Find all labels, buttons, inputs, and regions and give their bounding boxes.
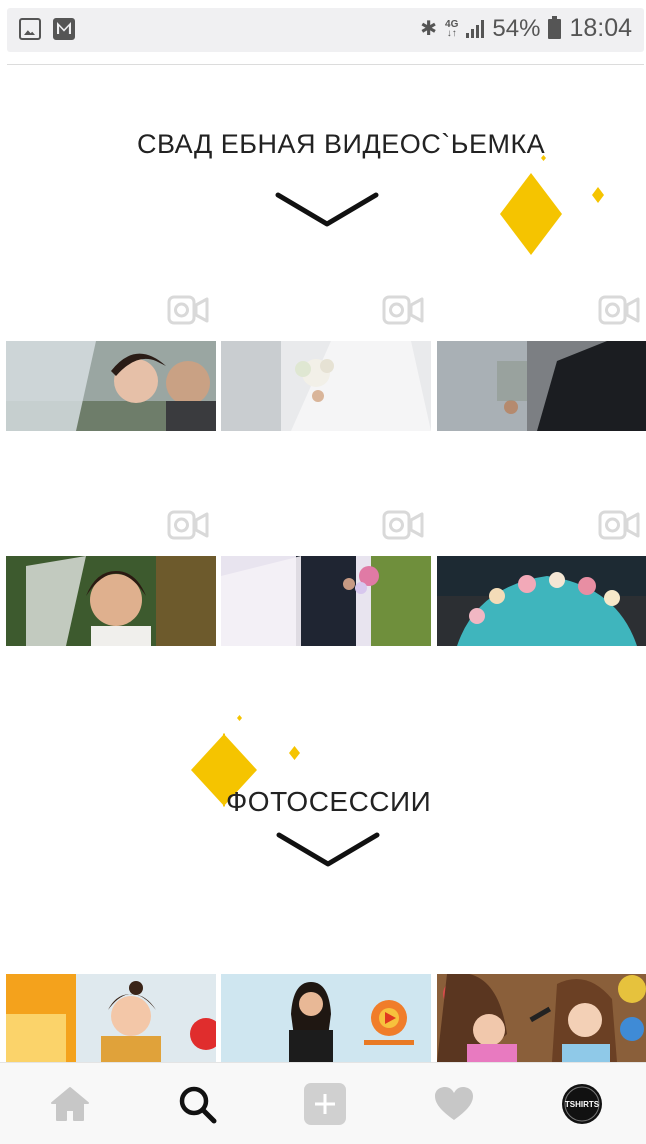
accent-diamond-half-left bbox=[191, 733, 225, 807]
section-title-photo: ФОТОСЕССИИ bbox=[226, 786, 432, 817]
video-camera-icon bbox=[598, 510, 640, 540]
battery-icon bbox=[548, 15, 562, 39]
video-camera-icon bbox=[167, 510, 209, 540]
video-camera-icon bbox=[167, 295, 209, 325]
video-couple-holding-hands[interactable] bbox=[221, 556, 431, 646]
accent-diamond-dot-2 bbox=[237, 715, 242, 721]
accent-diamond-large bbox=[500, 173, 562, 255]
clock: 18:04 bbox=[569, 14, 632, 42]
video-bride-closeup[interactable] bbox=[6, 341, 216, 431]
video-camera-icon bbox=[382, 510, 424, 540]
accent-diamond-small bbox=[592, 187, 604, 203]
signal-icon bbox=[466, 19, 485, 38]
photo-girl-at-table[interactable] bbox=[6, 974, 216, 1062]
battery-percent: 54% bbox=[492, 14, 541, 42]
heart-icon[interactable] bbox=[431, 1081, 477, 1127]
accent-diamond-small-2 bbox=[289, 746, 300, 760]
top-divider bbox=[7, 64, 644, 65]
bottom-nav: TSHIRTS bbox=[0, 1062, 646, 1144]
video-flower-arch[interactable] bbox=[437, 556, 646, 646]
section-title-video: СВАД ЕБНАЯ ВИДЕОС`ЬЕМКА bbox=[137, 129, 546, 159]
network-type: 4G ↓↑ bbox=[445, 18, 459, 39]
avatar-text: TSHIRTS bbox=[565, 1100, 600, 1109]
video-groom-suit[interactable] bbox=[437, 341, 646, 431]
video-camera-icon bbox=[382, 295, 424, 325]
gmail-icon bbox=[53, 18, 75, 40]
video-camera-icon bbox=[598, 295, 640, 325]
bluetooth-icon: ✱ bbox=[420, 18, 438, 40]
gallery-icon bbox=[19, 18, 41, 40]
chevron-down-icon[interactable] bbox=[276, 830, 380, 870]
photo-girls-braids[interactable] bbox=[437, 974, 646, 1062]
home-icon[interactable] bbox=[47, 1081, 93, 1127]
search-icon[interactable] bbox=[174, 1081, 220, 1127]
chevron-down-icon[interactable] bbox=[275, 190, 379, 230]
profile-avatar[interactable]: TSHIRTS bbox=[559, 1081, 605, 1127]
status-bar: ✱ 4G ↓↑ 54% 18:04 bbox=[7, 8, 644, 52]
photo-girl-with-logo[interactable] bbox=[221, 974, 431, 1062]
video-bride-bouquet[interactable] bbox=[221, 341, 431, 431]
add-icon[interactable] bbox=[302, 1081, 348, 1127]
video-bride-portrait[interactable] bbox=[6, 556, 216, 646]
